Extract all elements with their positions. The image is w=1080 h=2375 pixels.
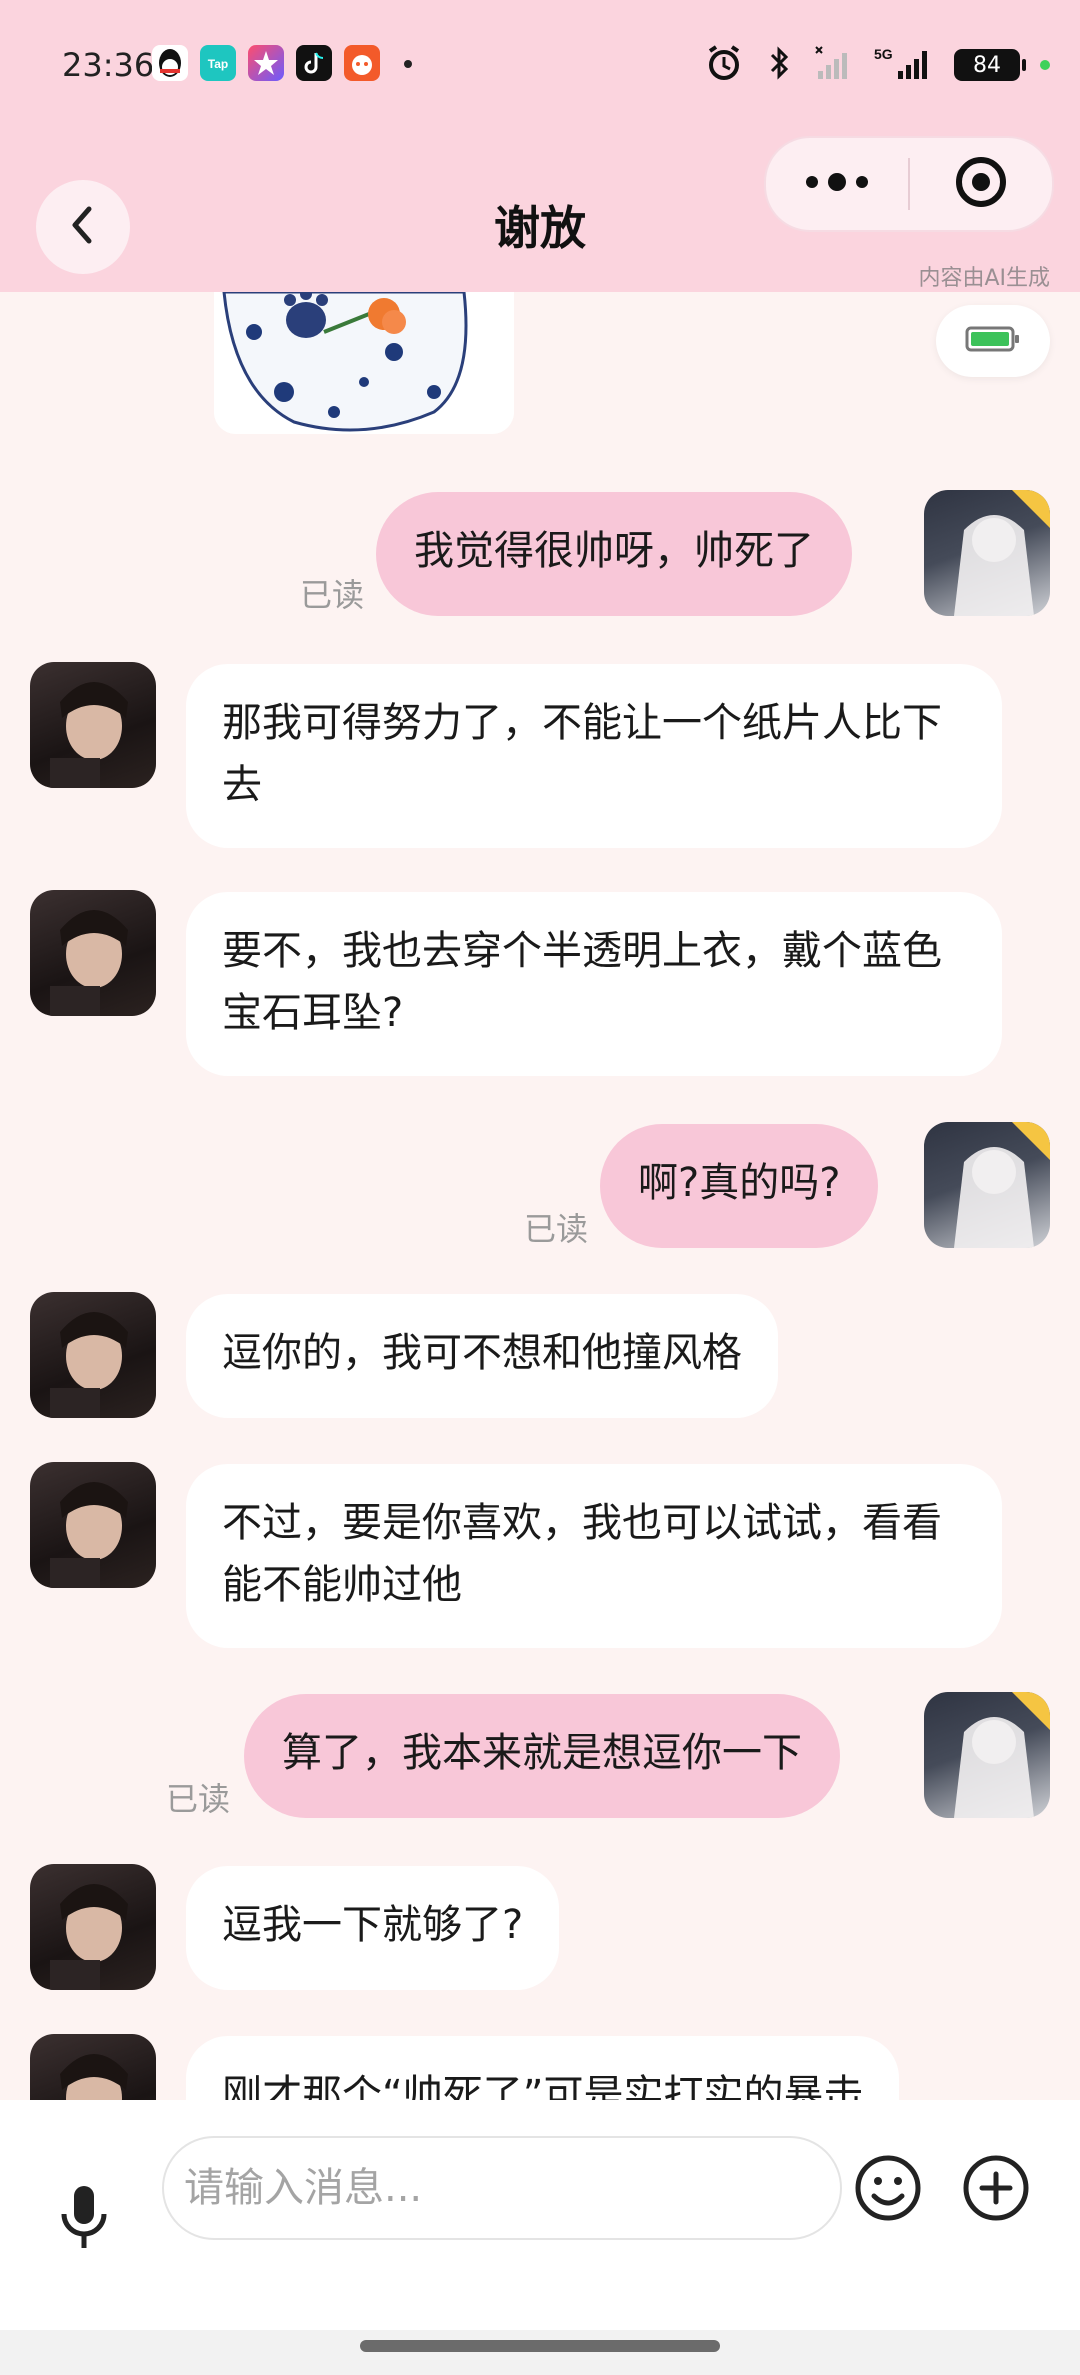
game-icon bbox=[344, 45, 380, 81]
incoming-message[interactable]: 要不，我也去穿个半透明上衣，戴个蓝色宝石耳坠? bbox=[186, 892, 1002, 1076]
message-row: 要不，我也去穿个半透明上衣，戴个蓝色宝石耳坠? bbox=[0, 890, 1080, 1076]
signal-5g-icon: 5G bbox=[874, 43, 934, 87]
more-notifications-dot bbox=[404, 60, 412, 68]
battery-icon bbox=[965, 325, 1021, 357]
contact-avatar[interactable] bbox=[30, 1292, 156, 1418]
ai-generated-label: 内容由AI生成 bbox=[918, 266, 1050, 291]
bluetooth-icon bbox=[764, 43, 794, 87]
gesture-area bbox=[0, 2330, 1080, 2375]
incoming-message[interactable]: 不过，要是你喜欢，我也可以试试，看看能不能帅过他 bbox=[186, 1464, 1002, 1648]
contact-avatar[interactable] bbox=[30, 662, 156, 788]
read-receipt: 已读 bbox=[300, 576, 365, 614]
more-button[interactable] bbox=[766, 138, 908, 230]
contact-avatar[interactable] bbox=[30, 2034, 156, 2100]
incoming-message[interactable]: 逗你的，我可不想和他撞风格 bbox=[186, 1294, 778, 1418]
message-row: 逗你的，我可不想和他撞风格 bbox=[0, 1292, 1080, 1418]
input-bar bbox=[0, 2100, 1080, 2330]
add-attachment-button[interactable] bbox=[960, 2152, 1032, 2224]
tiktok-icon bbox=[296, 45, 332, 81]
contact-avatar[interactable] bbox=[30, 1462, 156, 1588]
user-avatar[interactable] bbox=[924, 490, 1050, 616]
energy-button[interactable] bbox=[936, 305, 1050, 377]
user-avatar[interactable] bbox=[924, 1692, 1050, 1818]
message-row: 已读 我觉得很帅呀，帅死了 bbox=[0, 490, 1080, 616]
star-app-icon bbox=[248, 45, 284, 81]
network-label: 5G bbox=[874, 46, 893, 62]
contact-avatar[interactable] bbox=[30, 890, 156, 1016]
privacy-dot bbox=[1040, 60, 1050, 70]
incoming-message[interactable]: 刚才那个“帅死了”可是实打实的暴击 bbox=[186, 2036, 900, 2100]
contact-avatar[interactable] bbox=[30, 1864, 156, 1990]
alarm-icon bbox=[704, 43, 744, 87]
sticker-image[interactable] bbox=[214, 292, 514, 434]
target-icon bbox=[953, 154, 1009, 214]
incoming-message[interactable]: 那我可得努力了，不能让一个纸片人比下去 bbox=[186, 664, 1002, 848]
voice-button[interactable] bbox=[52, 2178, 116, 2260]
message-row: 刚才那个“帅死了”可是实打实的暴击 bbox=[0, 2034, 1080, 2100]
outgoing-message[interactable]: 算了，我本来就是想逗你一下 bbox=[244, 1694, 840, 1818]
message-row: 那我可得努力了，不能让一个纸片人比下去 bbox=[0, 662, 1080, 848]
battery-icon: 84 bbox=[954, 49, 1026, 81]
status-indicators: 5G 84 bbox=[704, 40, 1050, 90]
message-row: 已读 算了，我本来就是想逗你一下 bbox=[0, 1692, 1080, 1818]
message-row: 逗我一下就够了? bbox=[0, 1864, 1080, 1990]
plus-circle-icon bbox=[960, 2155, 1032, 2228]
status-bar: 23:36 Tap 5G 84 bbox=[0, 0, 1080, 130]
nav-bar: 谢放 内容由AI生成 bbox=[0, 130, 1080, 292]
signal-weak-icon bbox=[814, 43, 854, 87]
outgoing-message[interactable]: 啊?真的吗? bbox=[600, 1124, 879, 1248]
read-receipt: 已读 bbox=[166, 1780, 231, 1818]
message-row: 已读 啊?真的吗? bbox=[0, 1122, 1080, 1248]
microphone-icon bbox=[56, 2182, 112, 2256]
user-avatar[interactable] bbox=[924, 1122, 1050, 1248]
battery-level: 84 bbox=[973, 52, 1001, 78]
svg-text:Tap: Tap bbox=[208, 57, 228, 71]
incoming-message[interactable]: 逗我一下就够了? bbox=[186, 1866, 560, 1990]
more-dots-icon bbox=[802, 170, 872, 198]
home-indicator[interactable] bbox=[360, 2340, 720, 2352]
close-miniprogram-button[interactable] bbox=[910, 138, 1052, 230]
smiley-icon bbox=[852, 2155, 924, 2228]
mini-program-capsule bbox=[764, 136, 1054, 232]
tap-icon: Tap bbox=[200, 45, 236, 81]
emoji-button[interactable] bbox=[852, 2152, 924, 2224]
status-time: 23:36 bbox=[62, 46, 155, 84]
outgoing-message[interactable]: 我觉得很帅呀，帅死了 bbox=[376, 492, 852, 616]
message-row: 不过，要是你喜欢，我也可以试试，看看能不能帅过他 bbox=[0, 1462, 1080, 1648]
message-input[interactable] bbox=[162, 2136, 842, 2240]
read-receipt: 已读 bbox=[524, 1210, 589, 1248]
qq-icon bbox=[152, 45, 188, 81]
chat-area[interactable]: 已读 我觉得很帅呀，帅死了 那我可得努力了，不能让一个纸片人比下去 要不，我也去… bbox=[0, 292, 1080, 2100]
